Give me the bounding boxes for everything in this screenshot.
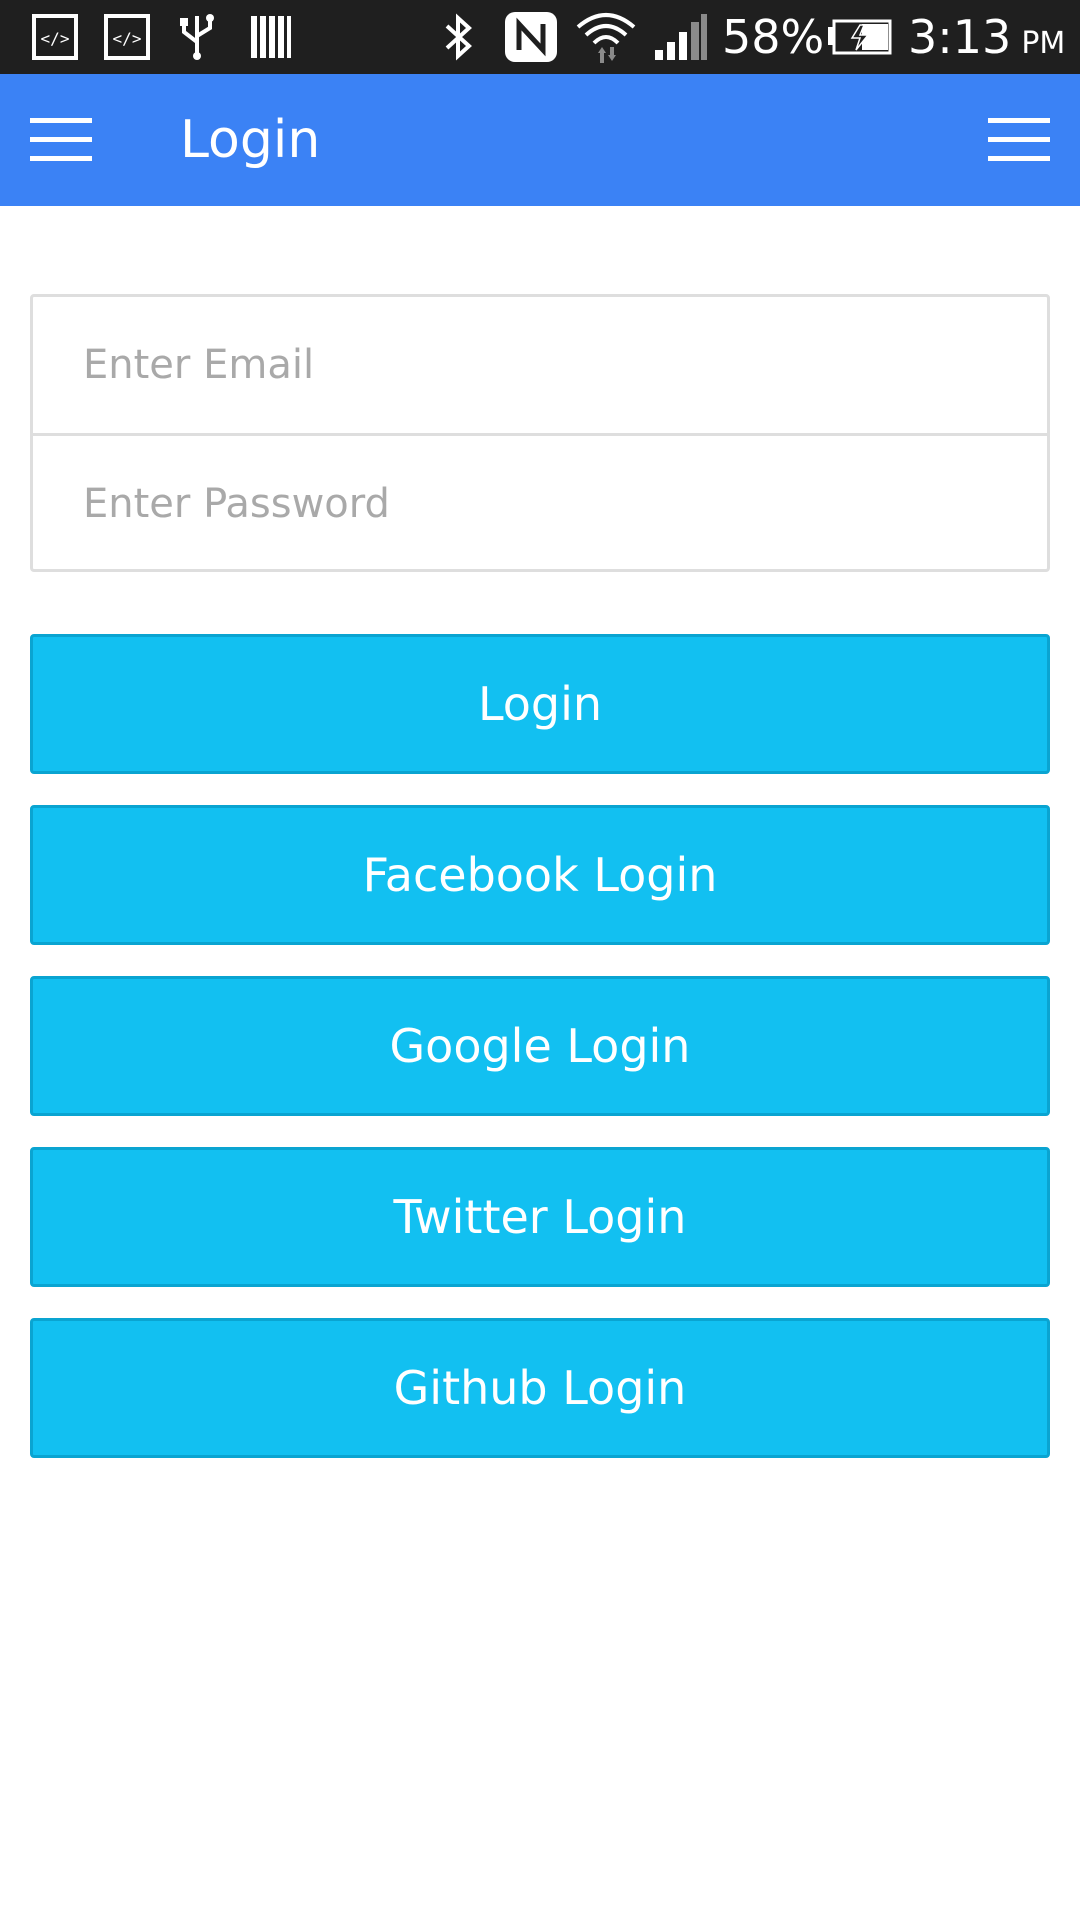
facebook-login-button[interactable]: Facebook Login	[30, 805, 1050, 945]
email-field[interactable]	[33, 297, 1047, 433]
status-bar: </> </> 58% 3:13 PM	[0, 0, 1080, 74]
google-login-button[interactable]: Google Login	[30, 976, 1050, 1116]
svg-text:</>: </>	[41, 29, 70, 48]
menu-icon	[30, 110, 92, 170]
barcode-icon	[245, 12, 295, 62]
options-menu-button[interactable]	[988, 110, 1050, 170]
page-title: Login	[180, 110, 321, 170]
wifi-icon	[574, 12, 638, 63]
nav-menu-button[interactable]	[30, 110, 92, 170]
login-form	[30, 294, 1050, 572]
clock-suffix: PM	[1021, 26, 1066, 61]
app-bar: Login	[0, 74, 1080, 206]
login-button[interactable]: Login	[30, 634, 1050, 774]
bluetooth-icon	[436, 12, 482, 62]
nfc-icon	[502, 12, 560, 62]
battery-charging-icon	[826, 12, 894, 62]
signal-icon	[652, 12, 710, 62]
battery-percent: 58%	[722, 10, 825, 64]
svg-text:</>: </>	[113, 29, 142, 48]
usb-icon	[172, 12, 222, 62]
github-login-button[interactable]: Github Login	[30, 1318, 1050, 1458]
clock-time: 3:13	[908, 10, 1012, 64]
code-icon: </>	[102, 12, 152, 62]
password-field[interactable]	[33, 436, 1047, 572]
clock: 3:13 PM	[908, 10, 1065, 64]
menu-icon	[988, 110, 1050, 170]
code-icon: </>	[30, 12, 80, 62]
twitter-login-button[interactable]: Twitter Login	[30, 1147, 1050, 1287]
